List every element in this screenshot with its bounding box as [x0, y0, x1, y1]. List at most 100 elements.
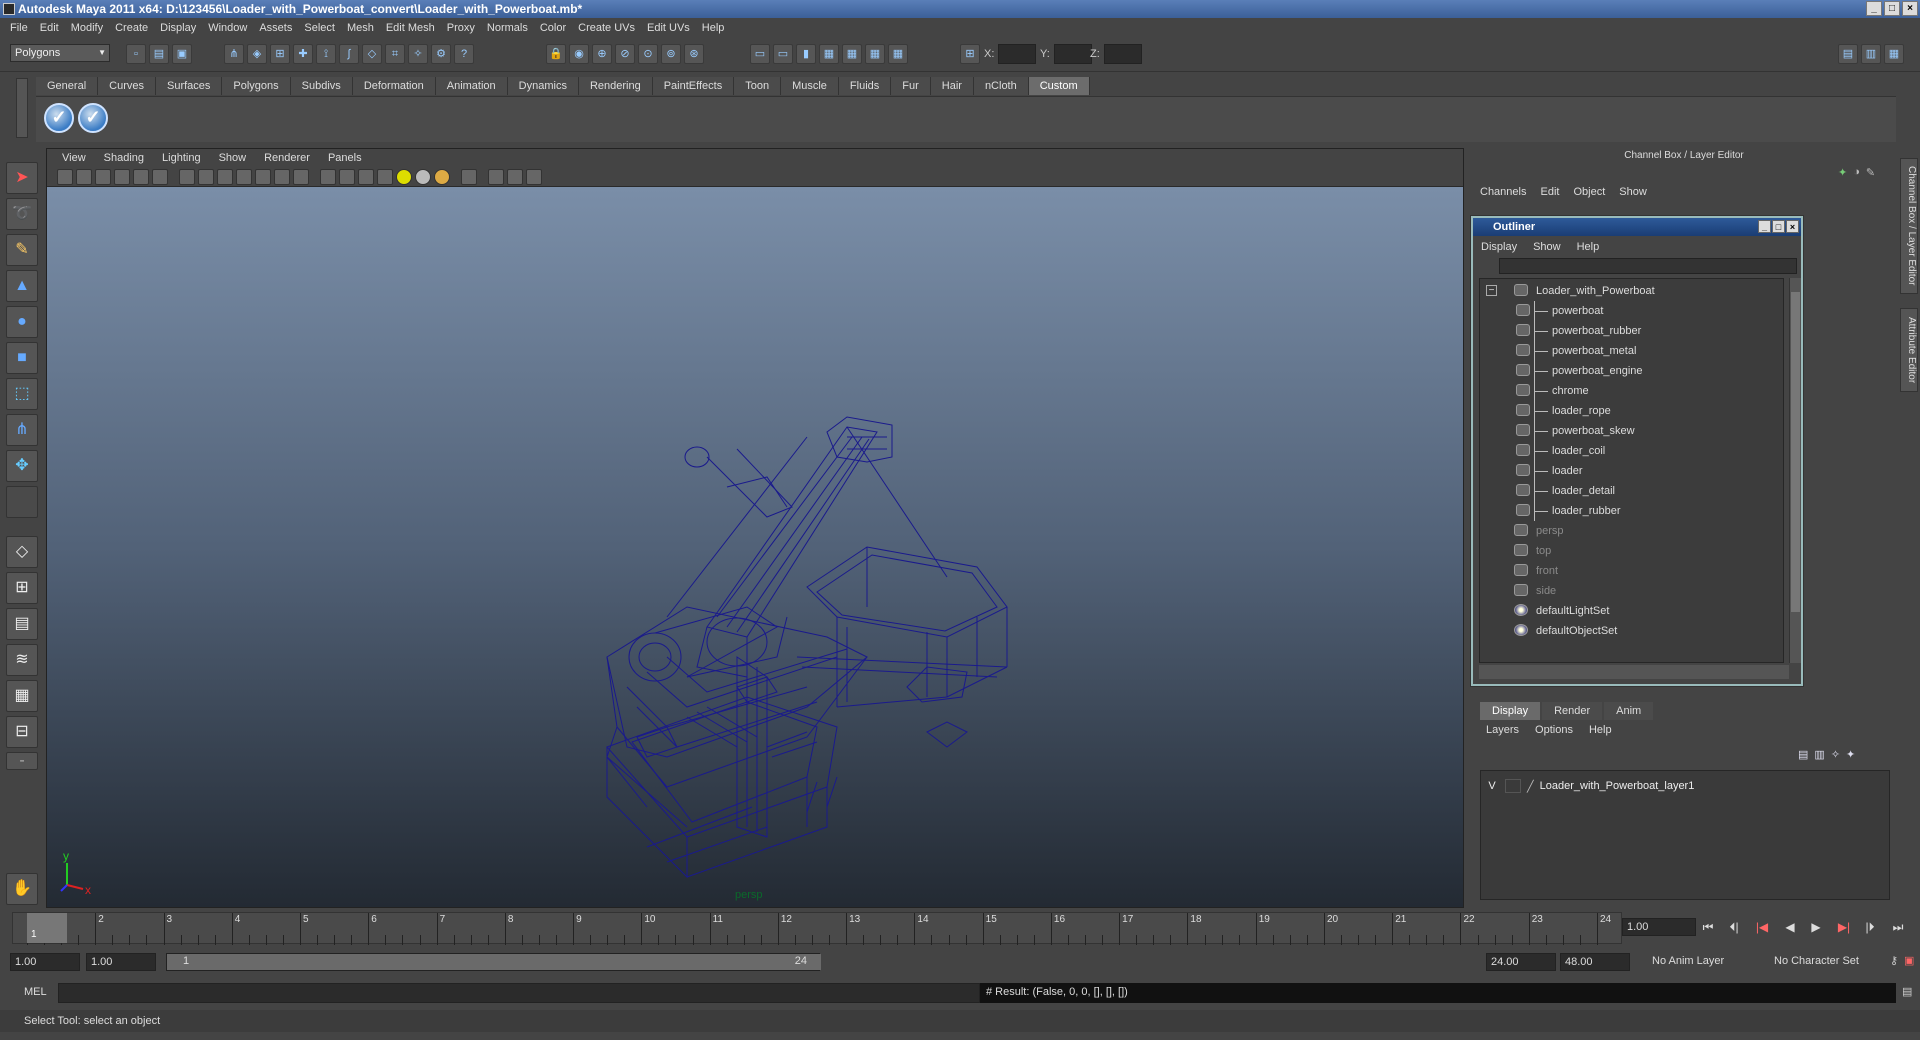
camera-attributes-icon[interactable]: [76, 169, 92, 185]
layer-tab-anim[interactable]: Anim: [1604, 702, 1654, 720]
outliner-item[interactable]: loader_rope: [1480, 401, 1780, 421]
outliner-item[interactable]: side: [1480, 581, 1780, 601]
scale-tool-icon[interactable]: ■: [6, 342, 38, 374]
safe-action-icon[interactable]: [274, 169, 290, 185]
menu-edit-uvs[interactable]: Edit UVs: [641, 22, 696, 34]
range-slider[interactable]: 1 24: [166, 953, 821, 971]
make-live-icon[interactable]: ⊛: [684, 44, 704, 64]
close-button[interactable]: ×: [1902, 1, 1918, 16]
shelf-menu-handle[interactable]: [16, 78, 28, 138]
textured-icon[interactable]: [377, 169, 393, 185]
shelf-tab-subdivs[interactable]: Subdivs: [290, 77, 353, 95]
layer-tab-render[interactable]: Render: [1542, 702, 1603, 720]
character-set-dropdown[interactable]: No Character Set: [1770, 953, 1882, 971]
menu-create-uvs[interactable]: Create UVs: [572, 22, 641, 34]
absolute-transform-icon[interactable]: ⊞: [960, 44, 980, 64]
menu-edit-mesh[interactable]: Edit Mesh: [380, 22, 441, 34]
menu-color[interactable]: Color: [534, 22, 572, 34]
shelf-tab-custom[interactable]: Custom: [1028, 77, 1090, 95]
custom-check-icon-1[interactable]: ✓: [44, 103, 74, 133]
outliner-item[interactable]: powerboat_engine: [1480, 361, 1780, 381]
create-layer-from-selected-icon[interactable]: ✦: [1846, 748, 1855, 761]
select-by-hierarchy-icon[interactable]: ⋔: [224, 44, 244, 64]
go-to-start-icon[interactable]: ⏮: [1698, 920, 1718, 936]
outliner-item[interactable]: powerboat: [1480, 301, 1780, 321]
snap-grid-icon[interactable]: ⊕: [592, 44, 612, 64]
command-input[interactable]: [58, 983, 980, 1003]
outliner-item[interactable]: chrome: [1480, 381, 1780, 401]
viewport-scene[interactable]: y x persp: [47, 187, 1463, 907]
layout-options-icon[interactable]: -: [6, 752, 38, 770]
current-frame-field[interactable]: 1.00: [1622, 918, 1696, 936]
shelf-tab-fluids[interactable]: Fluids: [838, 77, 892, 95]
new-scene-icon[interactable]: ▫: [126, 44, 146, 64]
playback-start-field[interactable]: 1.00: [86, 953, 156, 971]
shelf-tab-ncloth[interactable]: nCloth: [973, 77, 1029, 95]
layer-tab-display[interactable]: Display: [1480, 702, 1541, 720]
layer-menu-options[interactable]: Options: [1535, 724, 1573, 736]
mask-rendering-icon[interactable]: ⚙: [431, 44, 451, 64]
mask-handles-icon[interactable]: ✚: [293, 44, 313, 64]
toggle-attribute-editor-icon[interactable]: ▤: [1838, 44, 1858, 64]
menu-assets[interactable]: Assets: [253, 22, 298, 34]
viewport-menu-show[interactable]: Show: [210, 152, 256, 164]
last-tool-slot-icon[interactable]: [6, 486, 38, 518]
outliner-close-button[interactable]: ×: [1786, 220, 1799, 233]
outliner-item[interactable]: powerboat_skew: [1480, 421, 1780, 441]
menu-file[interactable]: File: [4, 22, 34, 34]
outliner-menu-display[interactable]: Display: [1481, 238, 1517, 256]
layer-display-type-toggle[interactable]: [1505, 779, 1521, 793]
move-tool-icon[interactable]: ▲: [6, 270, 38, 302]
shelf-tab-animation[interactable]: Animation: [435, 77, 508, 95]
layer-name[interactable]: Loader_with_Powerboat_layer1: [1540, 780, 1695, 792]
mask-surfaces-icon[interactable]: ◇: [362, 44, 382, 64]
toggle-channel-box-icon[interactable]: ▦: [1884, 44, 1904, 64]
viewport-menu-shading[interactable]: Shading: [95, 152, 153, 164]
select-tool-icon[interactable]: ➤: [6, 162, 38, 194]
outliner-menu-show[interactable]: Show: [1533, 238, 1561, 256]
shelf-tab-muscle[interactable]: Muscle: [781, 77, 839, 95]
shelf-tab-fur[interactable]: Fur: [891, 77, 931, 95]
outliner-minimize-button[interactable]: _: [1758, 220, 1771, 233]
isolate-icon[interactable]: [152, 169, 168, 185]
key-icon[interactable]: ⚷: [1890, 954, 1898, 967]
outliner-maximize-button[interactable]: □: [1772, 220, 1785, 233]
layer-menu-help[interactable]: Help: [1589, 724, 1612, 736]
viewport-settings-icon[interactable]: [526, 169, 542, 185]
four-view-layout-icon[interactable]: ⊞: [6, 572, 38, 604]
persp-graph-layout-icon[interactable]: ≋: [6, 644, 38, 676]
step-back-frame-icon[interactable]: ⏴|: [1724, 920, 1744, 936]
collapse-icon[interactable]: −: [1486, 285, 1497, 296]
side-tab-attribute-editor[interactable]: Attribute Editor: [1900, 308, 1918, 392]
menu-set-dropdown[interactable]: Polygons: [10, 44, 110, 62]
outliner-item[interactable]: persp: [1480, 521, 1780, 541]
viewport-menu-panels[interactable]: Panels: [319, 152, 371, 164]
ipr-render-icon[interactable]: ▦: [842, 44, 862, 64]
menu-window[interactable]: Window: [202, 22, 253, 34]
menu-modify[interactable]: Modify: [65, 22, 109, 34]
outliner-item[interactable]: top: [1480, 541, 1780, 561]
highlight-selection-icon[interactable]: ◉: [569, 44, 589, 64]
mask-joints-icon[interactable]: ⟟: [316, 44, 336, 64]
outliner-item[interactable]: powerboat_rubber: [1480, 321, 1780, 341]
shelf-tab-dynamics[interactable]: Dynamics: [507, 77, 579, 95]
all-lights-icon[interactable]: [415, 169, 431, 185]
mask-misc-icon[interactable]: ?: [454, 44, 474, 64]
outliner-item[interactable]: loader: [1480, 461, 1780, 481]
default-lighting-icon[interactable]: [396, 169, 412, 185]
film-gate-icon[interactable]: [198, 169, 214, 185]
grease-pencil-icon[interactable]: [133, 169, 149, 185]
current-time-marker[interactable]: 1: [27, 913, 67, 943]
move-layer-up-icon[interactable]: ▤: [1798, 748, 1808, 761]
soft-modification-icon[interactable]: ⋔: [6, 414, 38, 446]
lock-selection-icon[interactable]: 🔒: [546, 44, 566, 64]
render-current-frame-icon[interactable]: ▦: [819, 44, 839, 64]
menu-help[interactable]: Help: [696, 22, 731, 34]
shelf-tab-general[interactable]: General: [36, 77, 99, 95]
layer-menu-layers[interactable]: Layers: [1486, 724, 1519, 736]
field-chart-icon[interactable]: [255, 169, 271, 185]
outliner-horizontal-scrollbar[interactable]: [1479, 665, 1789, 679]
y-field[interactable]: [1053, 44, 1092, 64]
outliner-item[interactable]: − Loader_with_Powerboat: [1480, 281, 1780, 301]
layer-row[interactable]: V ╱ Loader_with_Powerboat_layer1: [1485, 777, 1885, 795]
